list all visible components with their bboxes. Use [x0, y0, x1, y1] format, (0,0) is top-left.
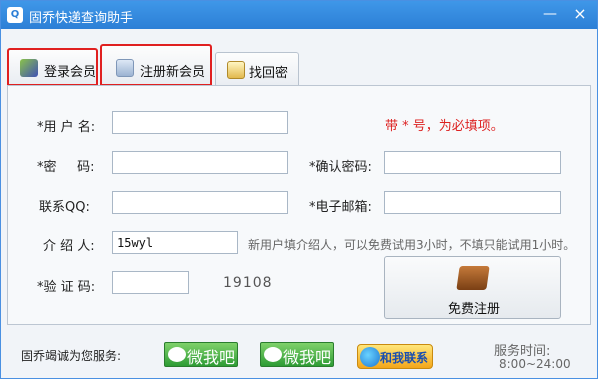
password-label: *密 码: [37, 160, 95, 175]
captcha-code[interactable]: 19108 [223, 275, 273, 291]
service-hours: 8:00~24:00 [499, 357, 571, 371]
username-input[interactable] [112, 111, 288, 134]
qq-input[interactable] [112, 191, 288, 214]
free-register-button[interactable]: 免费注册 [384, 256, 561, 319]
referrer-input[interactable] [112, 231, 238, 254]
wechat-icon [168, 347, 186, 362]
title-bar: Q 固乔快递查询助手 — × [1, 1, 597, 29]
service-text: 固乔竭诚为您服务: [21, 349, 122, 363]
wechat-button-2[interactable]: 微我吧 [260, 342, 334, 367]
email-input[interactable] [384, 191, 561, 214]
wechat-label: 微我吧 [283, 348, 332, 367]
close-button[interactable]: × [569, 5, 591, 25]
tab-member-login[interactable]: 登录会员 [7, 48, 98, 86]
captcha-label: *验 证 码: [37, 280, 96, 295]
tab-label: 注册新会员 [140, 65, 206, 80]
wechat-icon [264, 347, 282, 362]
contact-us-button[interactable]: 和我联系 [357, 344, 433, 369]
wechat-label: 微我吧 [187, 348, 236, 367]
tab-label: 登录会员 [44, 65, 97, 80]
password-note-icon [227, 61, 245, 79]
register-button-label: 免费注册 [448, 302, 501, 317]
minimize-button[interactable]: — [539, 5, 561, 25]
referrer-label: 介 绍 人: [43, 239, 95, 254]
window-title: 固乔快递查询助手 [29, 11, 134, 26]
qq-label: 联系QQ: [39, 200, 90, 215]
tab-register[interactable]: 注册新会员 [100, 44, 212, 86]
member-login-icon [20, 59, 38, 77]
register-form-icon [116, 59, 134, 77]
password-input[interactable] [112, 151, 288, 174]
app-logo-icon: Q [7, 7, 23, 23]
book-icon [456, 266, 490, 290]
required-note: 带 * 号，为必填项。 [385, 119, 504, 134]
contact-label: 和我联系 [380, 351, 429, 365]
app-window: Q 固乔快递查询助手 — × 登录会员 注册新会员 找回密码 *用 户 名: 带… [0, 0, 598, 379]
captcha-input[interactable] [112, 271, 189, 294]
confirm-password-label: *确认密码: [309, 160, 372, 175]
wechat-button[interactable]: 微我吧 [164, 342, 238, 367]
referrer-hint: 新用户填介绍人，可以免费试用3小时，不填只能试用1小时。 [248, 238, 576, 252]
register-panel: *用 户 名: 带 * 号，为必填项。 *密 码: *确认密码: 联系QQ: *… [7, 85, 591, 325]
tab-recover-password[interactable]: 找回密码 [215, 52, 299, 100]
username-label: *用 户 名: [37, 120, 96, 135]
confirm-password-input[interactable] [384, 151, 561, 174]
email-label: *电子邮箱: [309, 200, 372, 215]
qq-chat-icon [360, 347, 380, 367]
